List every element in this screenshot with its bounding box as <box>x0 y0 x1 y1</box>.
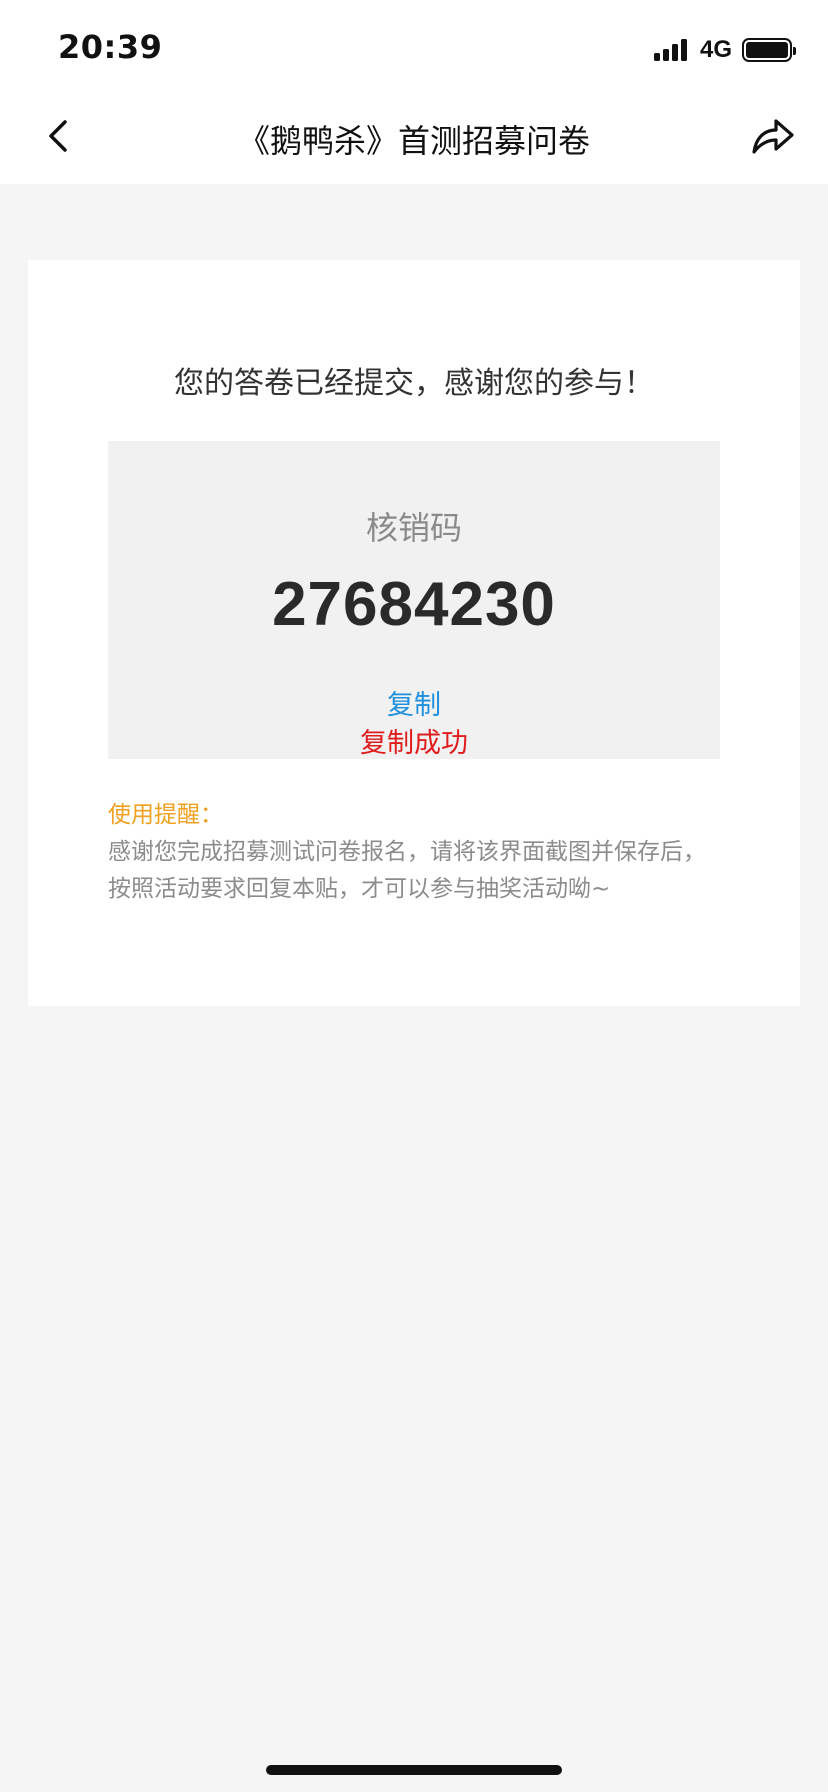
signal-icon <box>653 39 690 61</box>
network-label: 4G <box>699 36 732 63</box>
back-button[interactable] <box>30 108 86 164</box>
share-icon <box>752 119 794 154</box>
back-arrow-icon <box>49 120 67 152</box>
reminder-text: 感谢您完成招募测试问卷报名，请将该界面截图并保存后，按照活动要求回复本贴，才可以… <box>108 839 706 902</box>
nav-bar: 《鹅鸭杀》首测招募问卷 <box>0 90 828 184</box>
status-bar: 20:39 4G <box>0 0 828 90</box>
battery-icon <box>742 38 796 62</box>
reminder-title: 使用提醒： <box>108 802 223 828</box>
status-indicators: 4G <box>653 36 796 64</box>
copy-button[interactable]: 复制 <box>387 683 441 722</box>
success-message: 您的答卷已经提交，感谢您的参与！ <box>174 366 654 401</box>
redeem-code: 27684230 <box>272 570 556 639</box>
code-label: 核销码 <box>365 509 462 547</box>
result-card: 您的答卷已经提交，感谢您的参与！ 核销码 27684230 复制 复制成功 使用… <box>28 260 800 1006</box>
page-title: 《鹅鸭杀》首测招募问卷 <box>237 122 590 160</box>
status-time: 20:39 <box>58 28 163 66</box>
home-indicator[interactable] <box>266 1765 562 1775</box>
redeem-code-box: 核销码 27684230 复制 复制成功 <box>108 441 720 759</box>
copy-success-message: 复制成功 <box>360 728 468 759</box>
share-button[interactable] <box>742 108 802 164</box>
